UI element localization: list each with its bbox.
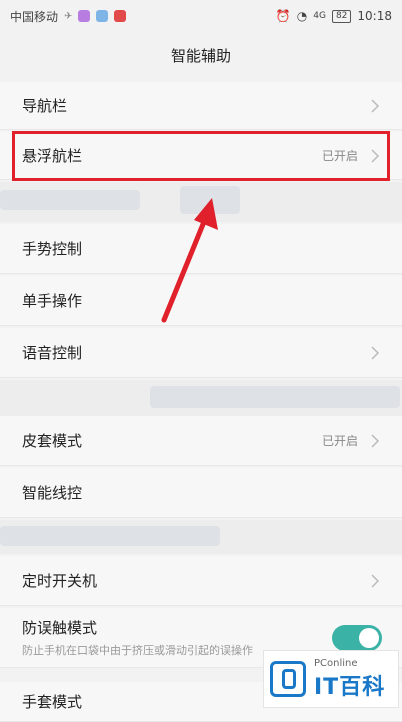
setting-right: [368, 573, 382, 588]
clock: 10:18: [357, 9, 392, 23]
setting-label: 语音控制: [22, 344, 83, 362]
setting-label: 定时开关机: [22, 572, 98, 590]
setting-right: 已开启: [322, 432, 382, 449]
setting-nav-bar[interactable]: 导航栏: [0, 82, 402, 130]
pconline-logo-icon: [270, 661, 306, 697]
setting-label: 导航栏: [22, 97, 68, 115]
setting-label: 手套模式: [22, 693, 83, 711]
chevron-right-icon: [371, 98, 380, 113]
battery-icon: 82: [331, 9, 352, 23]
chevron-right-icon: [371, 433, 380, 448]
watermark-top: PConline: [314, 657, 358, 669]
status-bar: 中国移动 ✈ ⏰ ◔ 4G 82 10:18: [0, 0, 402, 32]
setting-label: 皮套模式: [22, 432, 83, 450]
site-watermark: PConline IT百科: [263, 650, 399, 708]
setting-text-group: 防误触模式 防止手机在口袋中由于挤压或滑动引起的误操作: [22, 617, 253, 658]
watermark-main: IT百科: [314, 674, 386, 700]
setting-label: 单手操作: [22, 292, 83, 310]
signal-icon: ✈: [64, 10, 73, 22]
carrier-name: 中国移动: [10, 9, 59, 24]
highlight-box: [12, 131, 390, 181]
setting-label: 防误触模式: [22, 619, 98, 637]
blur-smudge: [0, 526, 220, 546]
network-type: 4G: [313, 11, 326, 21]
setting-smart-wire-control[interactable]: 智能线控: [0, 468, 402, 518]
setting-label: 智能线控: [22, 484, 83, 502]
blurred-region: [0, 520, 402, 554]
chevron-right-icon: [371, 573, 380, 588]
blurred-region: [0, 380, 402, 416]
setting-right: [368, 345, 382, 360]
setting-scheduled-power[interactable]: 定时开关机: [0, 556, 402, 606]
app-icon-1: [78, 10, 91, 22]
wifi-icon: ◔: [296, 9, 308, 23]
setting-right: [368, 98, 382, 113]
alarm-icon: ⏰: [275, 9, 291, 23]
status-right: ⏰ ◔ 4G 82 10:18: [276, 9, 392, 23]
blur-smudge: [0, 190, 140, 210]
page-title-bar: 智能辅助: [0, 32, 402, 78]
watermark-text: PConline IT百科: [314, 658, 385, 701]
status-left: 中国移动 ✈: [10, 8, 127, 25]
app-icon-3: [114, 10, 127, 22]
setting-description: 防止手机在口袋中由于挤压或滑动引起的误操作: [22, 644, 253, 657]
app-icon-2: [96, 10, 109, 22]
setting-cover-mode[interactable]: 皮套模式 已开启: [0, 416, 402, 466]
chevron-right-icon: [371, 345, 380, 360]
annotation-arrow-icon: [161, 198, 218, 323]
setting-label: 手势控制: [22, 240, 83, 258]
anti-mistouch-toggle[interactable]: [332, 624, 382, 651]
page-title: 智能辅助: [170, 46, 231, 65]
blur-smudge: [150, 386, 400, 408]
status-text: 已开启: [321, 434, 358, 448]
setting-voice-control[interactable]: 语音控制: [0, 328, 402, 378]
